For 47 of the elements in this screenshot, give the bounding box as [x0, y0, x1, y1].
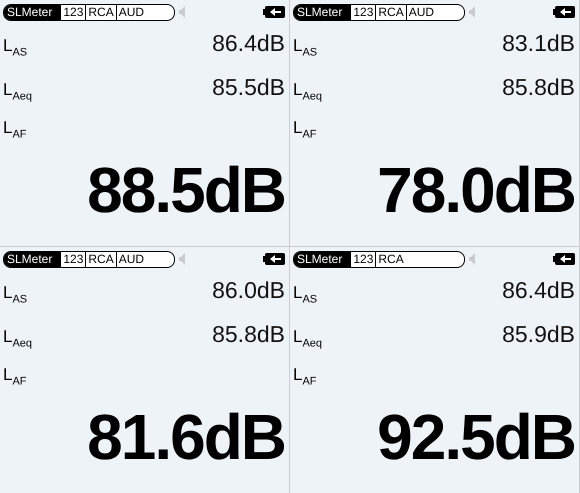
mode-tag: 123 [350, 252, 376, 266]
mode-tag: RCA [375, 252, 406, 266]
reading-value: 85.8dB [212, 321, 285, 348]
app-name: SLMeter [4, 4, 60, 20]
speaker-icon [469, 253, 475, 265]
mode-tag: AUD [406, 4, 436, 20]
reading-value: 83.1dB [502, 30, 575, 57]
speaker-icon [179, 6, 185, 18]
mode-tag: RCA [375, 4, 406, 20]
reading-label: L$_{AF}$ [293, 118, 317, 140]
app-name: SLMeter [4, 252, 60, 266]
main-reading: 78.0dB [376, 160, 575, 220]
battery-icon [263, 6, 285, 18]
reading-label: L$_{Aeq}$ [3, 80, 32, 102]
speaker-icon [469, 6, 475, 18]
battery-icon [553, 253, 575, 265]
speaker-icon [179, 253, 185, 265]
reading-label: L$_{AF}$ [3, 365, 27, 388]
reading-label: L$_{AF}$ [293, 365, 317, 388]
reading-value: 85.8dB [502, 74, 575, 101]
main-reading: 92.5dB [376, 407, 575, 467]
mode-tag: AUD [116, 252, 146, 266]
mode-tag: RCA [85, 4, 116, 20]
reading-label: L$_{Aeq}$ [293, 80, 322, 102]
reading-label: L$_{AS}$ [3, 36, 28, 58]
main-reading: 81.6dB [86, 407, 285, 467]
reading-value: 85.9dB [502, 321, 575, 348]
main-reading: 88.5dB [86, 160, 285, 220]
mode-tag: 123 [350, 4, 376, 20]
reading-label: L$_{Aeq}$ [293, 327, 322, 350]
reading-value: 86.4dB [502, 277, 575, 304]
app-name: SLMeter [294, 252, 350, 266]
reading-label: L$_{AS}$ [293, 36, 318, 58]
app-name: SLMeter [294, 4, 350, 20]
battery-icon [553, 6, 575, 18]
mode-tag: 123 [60, 4, 86, 20]
reading-value: 86.4dB [212, 30, 285, 57]
reading-value: 85.5dB [212, 74, 285, 101]
reading-label: L$_{Aeq}$ [3, 327, 32, 350]
mode-tag: AUD [116, 4, 146, 20]
battery-icon [263, 253, 285, 265]
reading-label: L$_{AF}$ [3, 118, 27, 140]
reading-label: L$_{AS}$ [3, 283, 28, 306]
mode-tag: RCA [85, 252, 116, 266]
reading-label: L$_{AS}$ [293, 283, 318, 306]
mode-tag: 123 [60, 252, 86, 266]
reading-value: 86.0dB [212, 277, 285, 304]
